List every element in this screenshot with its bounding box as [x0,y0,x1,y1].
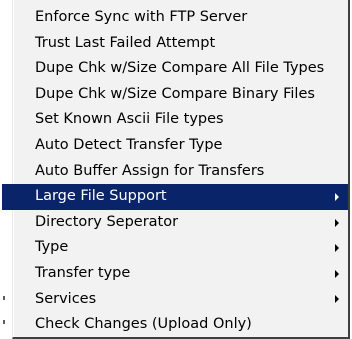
menu-item-label: Directory Seperator [35,213,179,230]
menu-item-large-file-support[interactable]: Large File Support [2,184,348,210]
menu-item-label: Auto Detect Transfer Type [35,136,223,153]
menu-item-check-changes[interactable]: Check Changes (Upload Only) [13,312,348,338]
submenu-arrow-icon [335,218,339,227]
menu-item-label: Set Known Ascii File types [35,111,224,128]
menu-item-directory-separator[interactable]: Directory Seperator [13,210,348,236]
context-menu: Enforce Sync with FTP Server Trust Last … [2,0,350,339]
menu-item-auto-detect-type[interactable]: Auto Detect Transfer Type [13,133,348,159]
menu-list: Enforce Sync with FTP Server Trust Last … [2,5,348,338]
background-tick [3,296,5,300]
menu-item-dupe-chk-all[interactable]: Dupe Chk w/Size Compare All File Types [13,56,348,82]
menu-item-label: Check Changes (Upload Only) [35,316,252,333]
menu-item-dupe-chk-binary[interactable]: Dupe Chk w/Size Compare Binary Files [13,82,348,108]
menu-item-trust-last-failed[interactable]: Trust Last Failed Attempt [13,31,348,57]
menu-item-label: Transfer type [35,264,131,281]
menu-item-type[interactable]: Type [13,235,348,261]
menu-item-label: Services [35,290,97,307]
menu-item-enforce-sync[interactable]: Enforce Sync with FTP Server [13,5,348,31]
menu-item-auto-buffer-assign[interactable]: Auto Buffer Assign for Transfers [13,159,348,185]
menu-item-transfer-type[interactable]: Transfer type [13,261,348,287]
menu-item-services[interactable]: Services [13,287,348,313]
menu-item-label: Auto Buffer Assign for Transfers [35,162,265,179]
submenu-arrow-icon [335,295,339,304]
menu-item-label: Large File Support [35,188,167,205]
menu-item-label: Dupe Chk w/Size Compare All File Types [35,60,325,77]
submenu-arrow-icon [335,192,339,201]
background-window-edge [0,0,12,339]
menu-item-set-ascii-types[interactable]: Set Known Ascii File types [13,107,348,133]
submenu-arrow-icon [335,269,339,278]
menu-item-label: Trust Last Failed Attempt [35,34,216,51]
submenu-arrow-icon [335,244,339,253]
menu-item-label: Dupe Chk w/Size Compare Binary Files [35,85,315,102]
background-tick [3,320,5,324]
menu-item-label: Type [35,239,69,256]
menu-item-label: Enforce Sync with FTP Server [35,9,248,25]
